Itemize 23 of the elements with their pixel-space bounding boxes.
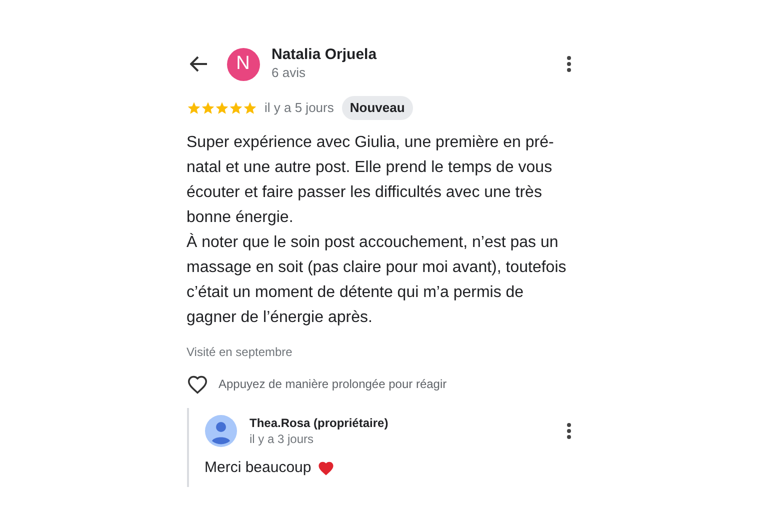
review-count: 6 avis	[272, 64, 306, 82]
visit-date: Visité en septembre	[186, 344, 294, 360]
reply-text: Merci beaucoup	[204, 458, 312, 478]
reviewer-name: Natalia Orjuela	[272, 46, 378, 64]
star-icon	[228, 100, 242, 115]
owner-name: Thea.Rosa (propriétaire)	[250, 414, 390, 430]
star-icon	[200, 100, 214, 115]
react-hint: Appuyez de manière prolongée pour réagir	[218, 376, 447, 393]
avatar: N	[226, 48, 260, 80]
more-options-icon[interactable]	[566, 422, 572, 440]
star-icon	[242, 100, 256, 115]
new-badge: Nouveau	[342, 96, 413, 120]
avatar-icon	[204, 414, 236, 446]
back-arrow-icon[interactable]	[190, 56, 208, 72]
reply-time: il y a 3 jours	[250, 430, 315, 446]
review-time: il y a 5 jours	[264, 99, 334, 117]
star-icon	[214, 100, 228, 115]
star-icon	[186, 100, 200, 115]
heart-icon[interactable]	[186, 374, 208, 394]
review-text: À noter que le soin post accouchement, n’est pas un massage en soit (pas claire pour moi avant), toutefois c’était un moment de détente qui m’a permis de gagner de l’énergie après.	[186, 232, 568, 328]
heart-icon	[317, 460, 336, 476]
review-text: Super expérience avec Giulia, une première en pré- natal et une autre post. Elle prend le temps de vous écouter et faire passer les difficultés avec une très bonne énergie.	[186, 132, 555, 228]
more-options-icon[interactable]	[566, 55, 572, 73]
